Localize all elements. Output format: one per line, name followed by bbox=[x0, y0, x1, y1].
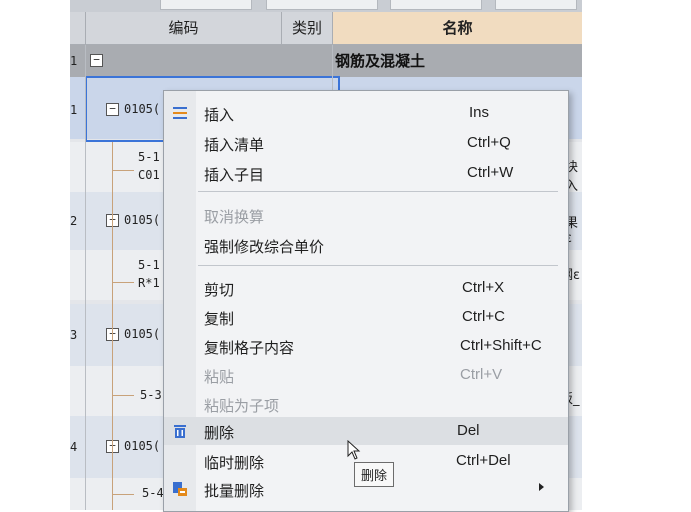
menu-item-paste-as-subitem[interactable]: 粘贴为子项 bbox=[164, 390, 568, 418]
menu-item-label: 插入 bbox=[204, 106, 235, 124]
menu-item-label: 粘贴为子项 bbox=[204, 397, 280, 415]
menu-item-shortcut: Ctrl+Shift+C bbox=[460, 337, 542, 354]
batch-delete-icon bbox=[173, 482, 187, 496]
menu-item-label: 强制修改综合单价 bbox=[204, 238, 325, 256]
menu-item-insert-subitem[interactable]: 插入子目 Ctrl+W bbox=[164, 159, 568, 187]
sub-code-cell[interactable]: 5-1 bbox=[138, 258, 160, 272]
header-category[interactable]: 类别 bbox=[282, 12, 333, 44]
menu-item-cut[interactable]: 剪切 Ctrl+X bbox=[164, 274, 568, 302]
sub-code-cell[interactable]: R*1 bbox=[138, 276, 160, 290]
code-cell[interactable]: 0105( bbox=[124, 439, 160, 453]
menu-item-force-modify-price[interactable]: 强制修改综合单价 bbox=[164, 231, 568, 259]
menu-item-insert[interactable]: 插入 Ins bbox=[164, 99, 568, 127]
menu-item-shortcut: Ctrl+C bbox=[462, 308, 505, 325]
menu-item-shortcut: Ctrl+Del bbox=[456, 452, 511, 469]
context-menu: 插入 Ins 插入清单 Ctrl+Q 插入子目 Ctrl+W 取消换算 强制修改… bbox=[163, 90, 569, 512]
menu-separator bbox=[198, 191, 558, 192]
collapse-icon[interactable]: − bbox=[90, 54, 103, 67]
menu-item-label: 删除 bbox=[204, 424, 235, 442]
header-name[interactable]: 名称 bbox=[333, 12, 582, 44]
sub-code-cell[interactable]: 5-1 bbox=[138, 150, 160, 164]
menu-separator bbox=[198, 265, 558, 266]
menu-item-label: 剪切 bbox=[204, 281, 235, 299]
mouse-cursor-icon bbox=[347, 440, 361, 460]
tree-connector bbox=[112, 282, 134, 283]
menu-item-delete[interactable]: 删除 Del bbox=[164, 417, 568, 445]
column-divider bbox=[85, 45, 86, 510]
menu-item-shortcut: Ctrl+X bbox=[462, 279, 505, 296]
tree-connector bbox=[112, 142, 113, 510]
row-number: 1 bbox=[70, 54, 78, 68]
sub-code-cell[interactable]: C01 bbox=[138, 168, 160, 182]
sub-code-cell[interactable]: 5-3 bbox=[140, 388, 162, 402]
menu-item-label: 取消换算 bbox=[204, 208, 265, 226]
toolbar-button[interactable] bbox=[266, 0, 378, 10]
menu-item-label: 批量删除 bbox=[204, 482, 265, 500]
menu-item-label: 插入清单 bbox=[204, 136, 265, 154]
menu-item-label: 临时删除 bbox=[204, 454, 265, 472]
menu-item-shortcut: Ctrl+V bbox=[460, 366, 503, 383]
tree-connector bbox=[112, 170, 134, 171]
menu-item-label: 复制格子内容 bbox=[204, 339, 295, 357]
row-number: 1 bbox=[70, 103, 78, 117]
menu-item-label: 复制 bbox=[204, 310, 235, 328]
tree-connector bbox=[112, 494, 134, 495]
tree-connector bbox=[112, 395, 134, 396]
menu-item-label: 粘贴 bbox=[204, 368, 235, 386]
sub-code-cell[interactable]: 5-4 bbox=[142, 486, 164, 500]
row-number: 3 bbox=[70, 328, 78, 342]
toolbar-button[interactable] bbox=[160, 0, 252, 10]
menu-item-copy-cell-content[interactable]: 复制格子内容 Ctrl+Shift+C bbox=[164, 332, 568, 360]
row-number: 4 bbox=[70, 440, 78, 454]
row-number: 2 bbox=[70, 214, 78, 228]
table-header: 编码 类别 名称 bbox=[70, 12, 582, 45]
code-cell[interactable]: 0105( bbox=[124, 327, 160, 341]
trash-icon bbox=[174, 425, 186, 438]
header-rownum bbox=[70, 12, 86, 44]
menu-item-shortcut: Ctrl+W bbox=[467, 164, 514, 181]
code-cell[interactable]: 0105( bbox=[124, 213, 160, 227]
menu-item-paste[interactable]: 粘贴 Ctrl+V bbox=[164, 361, 568, 389]
menu-item-shortcut: Ins bbox=[469, 104, 490, 121]
group-row[interactable]: 1 − 钢筋及混凝土 bbox=[70, 45, 582, 77]
header-code[interactable]: 编码 bbox=[86, 12, 282, 44]
menu-item-copy[interactable]: 复制 Ctrl+C bbox=[164, 303, 568, 331]
menu-item-shortcut: Ctrl+Q bbox=[467, 134, 511, 151]
toolbar-button[interactable] bbox=[495, 0, 577, 10]
insert-icon bbox=[173, 107, 187, 119]
tooltip: 删除 bbox=[354, 462, 395, 487]
menu-item-insert-list[interactable]: 插入清单 Ctrl+Q bbox=[164, 129, 568, 157]
menu-item-shortcut: Del bbox=[457, 422, 480, 439]
group-title: 钢筋及混凝土 bbox=[335, 52, 426, 70]
toolbar-button[interactable] bbox=[390, 0, 482, 10]
toolbar-strip bbox=[70, 0, 582, 12]
submenu-arrow-icon bbox=[539, 483, 544, 491]
menu-item-label: 插入子目 bbox=[204, 166, 265, 184]
menu-item-cancel-conversion[interactable]: 取消换算 bbox=[164, 201, 568, 229]
